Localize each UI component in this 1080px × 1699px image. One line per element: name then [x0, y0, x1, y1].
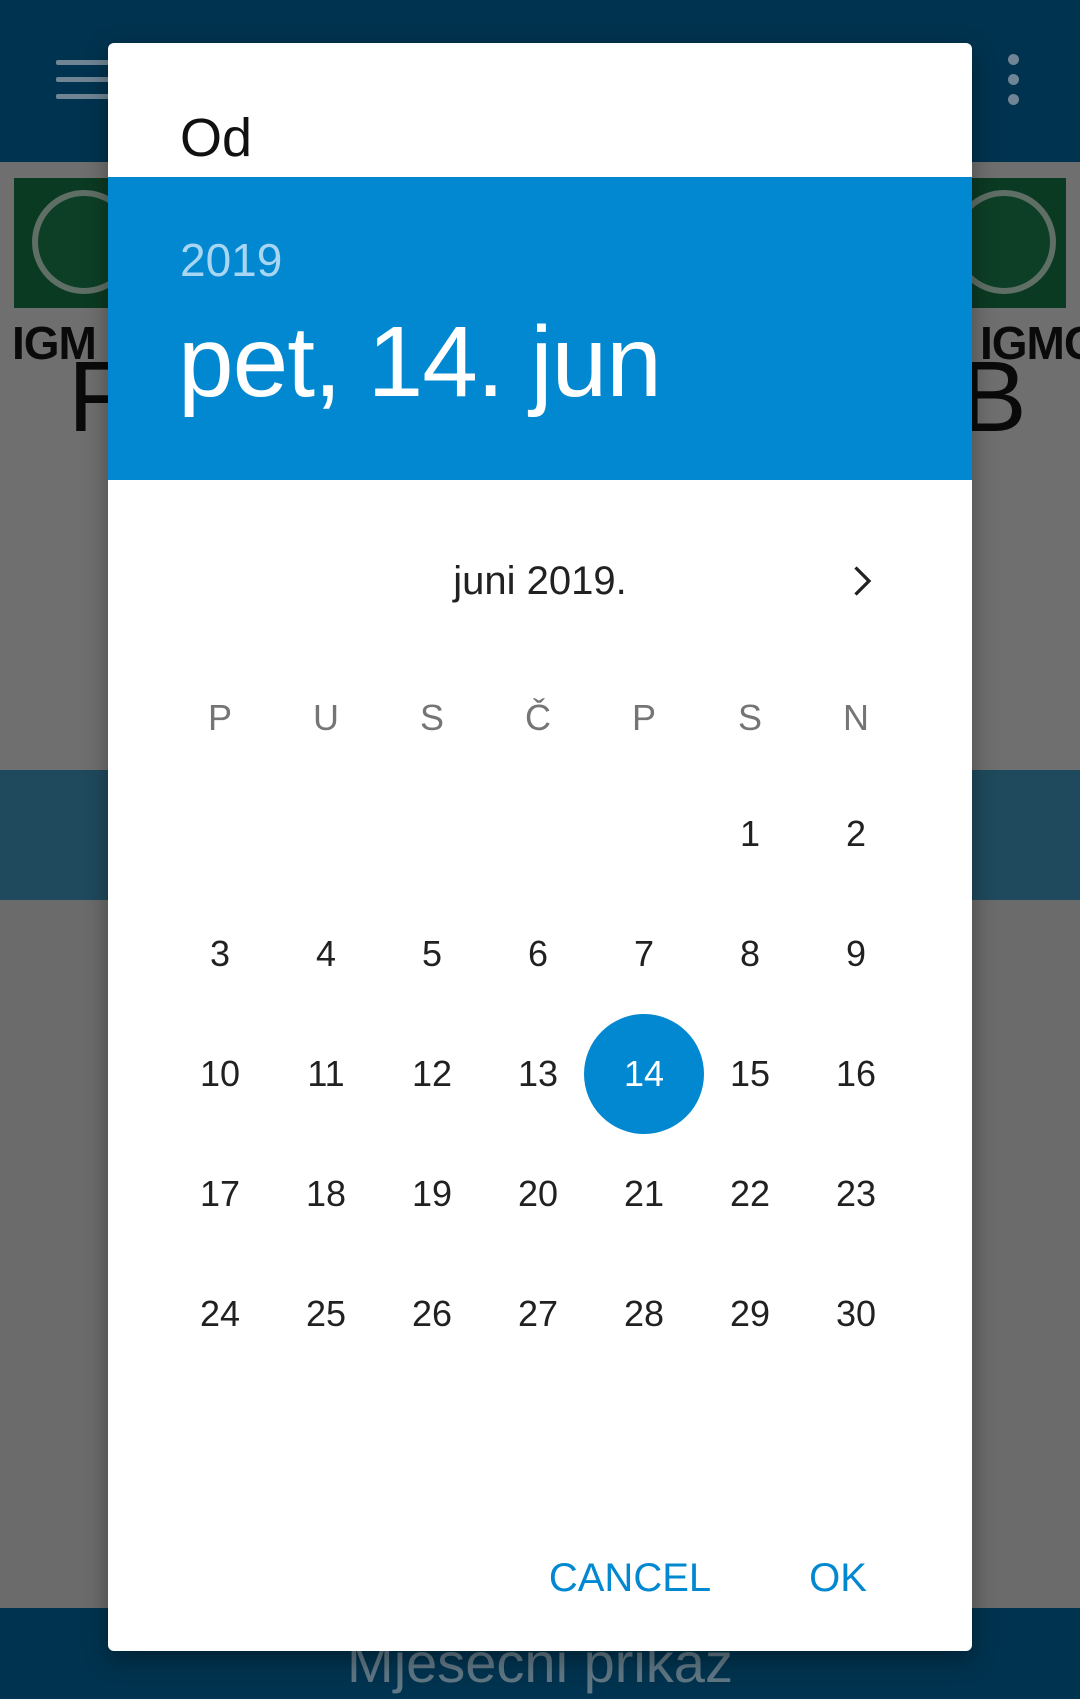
day-number: 18 [305, 1173, 347, 1214]
weekday-header-row: PUSČPSN [108, 697, 972, 747]
day-cell[interactable]: 9 [796, 894, 916, 1014]
day-cell[interactable]: 24 [160, 1254, 280, 1374]
day-number: 12 [411, 1053, 453, 1094]
day-cell[interactable]: 26 [372, 1254, 492, 1374]
day-number: 20 [517, 1173, 559, 1214]
day-number: 29 [729, 1293, 771, 1334]
day-number: 19 [411, 1173, 453, 1214]
day-number: 17 [199, 1173, 241, 1214]
day-number: 10 [199, 1053, 241, 1094]
day-cell[interactable]: 10 [160, 1014, 280, 1134]
day-cell[interactable]: 29 [690, 1254, 810, 1374]
day-cell[interactable]: 5 [372, 894, 492, 1014]
hamburger-menu-icon[interactable] [56, 60, 112, 100]
day-number: 4 [315, 933, 337, 974]
day-number: 1 [739, 813, 761, 854]
day-number: 16 [835, 1053, 877, 1094]
dialog-title: Od [180, 108, 253, 168]
igmg-logo-left [14, 178, 136, 308]
day-cell[interactable]: 6 [478, 894, 598, 1014]
day-number: 24 [199, 1293, 241, 1334]
day-cell[interactable]: 4 [266, 894, 386, 1014]
day-number: 3 [209, 933, 231, 974]
day-cell[interactable]: 8 [690, 894, 810, 1014]
day-cell[interactable]: 12 [372, 1014, 492, 1134]
header-year[interactable]: 2019 [180, 233, 282, 287]
day-number: 5 [421, 933, 443, 974]
day-cell[interactable]: 20 [478, 1134, 598, 1254]
weekday-label: S [737, 697, 762, 738]
weekday-label: N [843, 697, 869, 738]
weekday-label: P [631, 697, 656, 738]
day-cell[interactable]: 22 [690, 1134, 810, 1254]
day-number: 30 [835, 1293, 877, 1334]
day-number: 2 [845, 813, 867, 854]
day-number: 6 [527, 933, 549, 974]
day-cell[interactable]: 17 [160, 1134, 280, 1254]
weekday-label: S [419, 697, 444, 738]
day-number: 8 [739, 933, 761, 974]
date-picker-header: 2019 pet, 14. jun [108, 177, 972, 480]
next-month-button[interactable] [830, 551, 890, 611]
day-number: 26 [411, 1293, 453, 1334]
day-cell[interactable]: 30 [796, 1254, 916, 1374]
chevron-right-icon [854, 566, 872, 596]
day-cell[interactable]: 23 [796, 1134, 916, 1254]
day-cell[interactable]: 27 [478, 1254, 598, 1374]
day-cell[interactable]: 16 [796, 1014, 916, 1134]
day-number: 14 [623, 1053, 665, 1094]
weekday-label: P [207, 697, 232, 738]
day-number: 27 [517, 1293, 559, 1334]
ok-button[interactable]: OK [798, 1543, 878, 1613]
day-number: 9 [845, 933, 867, 974]
day-number: 13 [517, 1053, 559, 1094]
day-number: 23 [835, 1173, 877, 1214]
day-cell[interactable]: 28 [584, 1254, 704, 1374]
more-vertical-icon[interactable] [1004, 54, 1024, 106]
cancel-button[interactable]: CANCEL [540, 1543, 720, 1613]
date-picker-dialog: Od 2019 pet, 14. jun juni 2019. PUSČPSN … [108, 43, 972, 1651]
weekday-label: Č [525, 697, 551, 738]
day-cell[interactable]: 11 [266, 1014, 386, 1134]
day-number: 7 [633, 933, 655, 974]
day-cell[interactable]: 18 [266, 1134, 386, 1254]
day-cell-selected[interactable]: 14 [584, 1014, 704, 1134]
day-number: 11 [307, 1053, 345, 1094]
day-number: 28 [623, 1293, 665, 1334]
day-cell[interactable]: 3 [160, 894, 280, 1014]
day-cell[interactable]: 21 [584, 1134, 704, 1254]
day-number: 15 [729, 1053, 771, 1094]
header-selected-date[interactable]: pet, 14. jun [178, 305, 662, 420]
day-cell[interactable]: 1 [690, 774, 810, 894]
day-cell[interactable]: 15 [690, 1014, 810, 1134]
day-number: 25 [305, 1293, 347, 1334]
igmg-logo-right [952, 178, 1066, 308]
day-cell[interactable]: 13 [478, 1014, 598, 1134]
day-cell[interactable]: 2 [796, 774, 916, 894]
day-cell[interactable]: 7 [584, 894, 704, 1014]
weekday-label: U [313, 697, 339, 738]
day-cell[interactable]: 19 [372, 1134, 492, 1254]
day-cell[interactable]: 25 [266, 1254, 386, 1374]
day-number: 22 [729, 1173, 771, 1214]
day-number: 21 [623, 1173, 665, 1214]
